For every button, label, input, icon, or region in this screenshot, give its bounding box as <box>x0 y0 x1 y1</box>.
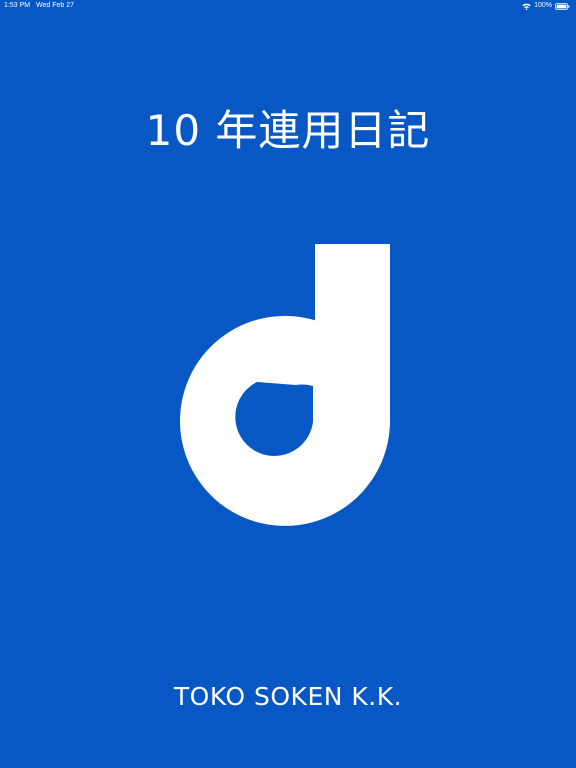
d-logo-icon <box>180 244 390 526</box>
status-bar: 1:53 PM Wed Feb 27 100% <box>0 0 576 12</box>
company-name: TOKO SOKEN K.K. <box>173 682 403 711</box>
wifi-icon <box>522 3 531 10</box>
status-indicators: 100% <box>522 0 570 12</box>
battery-percent: 100% <box>534 2 552 9</box>
status-time: 1:53 PM <box>4 2 31 9</box>
status-date: Wed Feb 27 <box>36 2 75 9</box>
app-title: 10 年連用日記 <box>145 106 431 155</box>
battery-icon <box>555 2 570 10</box>
